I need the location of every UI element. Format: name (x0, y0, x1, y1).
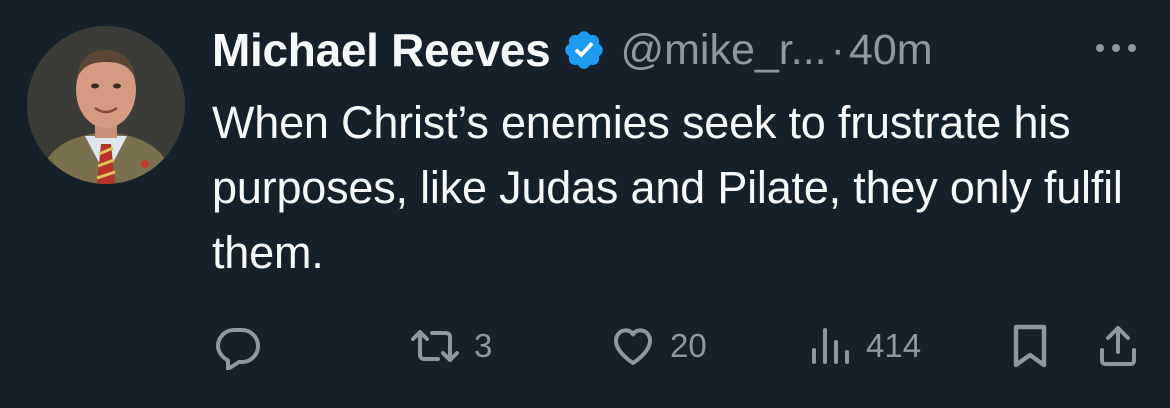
tweet: Michael Reeves @mike_r... · 40m When Chr… (0, 0, 1170, 408)
timestamp[interactable]: 40m (849, 26, 933, 75)
tweet-header: Michael Reeves @mike_r... · 40m (212, 22, 933, 78)
bookmark-button[interactable] (1008, 318, 1052, 374)
like-icon (608, 322, 658, 370)
verified-badge-icon (562, 28, 606, 72)
avatar-photo (27, 26, 185, 184)
avatar[interactable] (27, 26, 185, 184)
retweet-icon (408, 322, 462, 370)
author-name[interactable]: Michael Reeves (212, 23, 551, 77)
tweet-text: When Christ’s enemies seek to frustrate … (212, 97, 1123, 278)
bookmark-icon (1008, 322, 1052, 370)
like-button[interactable]: 20 (608, 318, 707, 374)
views-button[interactable]: 414 (806, 318, 921, 374)
reply-icon (214, 322, 262, 370)
views-count: 414 (866, 327, 922, 364)
like-count: 20 (670, 327, 707, 364)
action-bar: 3 20 414 (0, 318, 1170, 374)
reply-button[interactable] (214, 318, 274, 374)
author-handle[interactable]: @mike_r... (620, 26, 826, 75)
share-button[interactable] (1094, 318, 1142, 374)
share-icon (1094, 322, 1142, 370)
more-icon[interactable] (1092, 36, 1140, 60)
retweet-count: 3 (474, 327, 493, 364)
views-icon (806, 322, 854, 370)
separator-dot: · (830, 25, 845, 74)
retweet-button[interactable]: 3 (408, 318, 492, 374)
